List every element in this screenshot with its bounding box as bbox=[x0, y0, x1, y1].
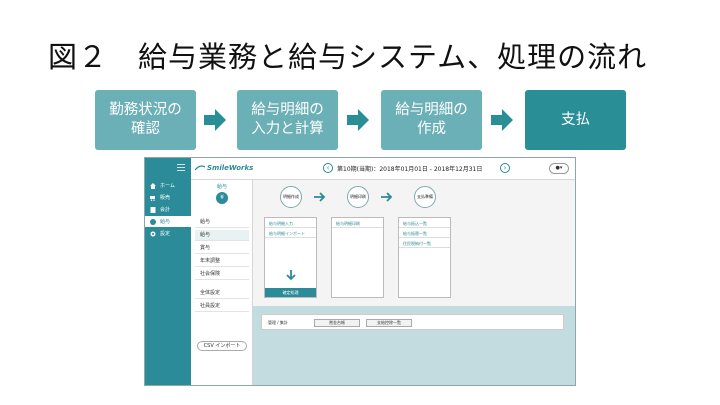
report-button[interactable]: 賞金台帳 bbox=[314, 319, 360, 327]
home-icon bbox=[150, 182, 156, 189]
sidebar-item-payroll[interactable]: 給与 bbox=[145, 216, 191, 227]
hamburger-icon[interactable] bbox=[177, 164, 185, 171]
confirm-button[interactable]: 確定処理 bbox=[265, 288, 316, 297]
report-button[interactable]: 支給控除一覧 bbox=[366, 319, 412, 327]
workflow-node: 明細印刷 bbox=[347, 186, 369, 208]
workflow-node: 明細作成 bbox=[280, 186, 302, 208]
prev-period-icon[interactable]: ‹ bbox=[323, 163, 333, 173]
workflow-link[interactable]: 給与明細印刷 bbox=[332, 218, 383, 228]
workflow-link[interactable]: 給与明細インポート bbox=[265, 228, 316, 238]
arrow-right-icon bbox=[314, 192, 326, 202]
sidebar-item-label: 会計 bbox=[160, 207, 171, 213]
process-flow: 勤務状況の 確認 給与明細の 入力と計算 給与明細の 作成 支払 bbox=[95, 90, 635, 150]
subnav-item[interactable]: 全体設定 bbox=[195, 288, 249, 299]
arrow-down-icon bbox=[286, 270, 296, 281]
sidebar-item-home[interactable]: ホーム bbox=[145, 180, 191, 191]
slide-title: 図２ 給与業務と給与システム、処理の流れ bbox=[48, 40, 648, 74]
workflow-area: 明細作成 明細印刷 支払準備 給与明細入力 給与明細インポート 確定処理 給与明… bbox=[253, 180, 575, 385]
logo-icon bbox=[195, 165, 205, 171]
subnav-item[interactable]: 年末調整 bbox=[195, 256, 249, 267]
flow-step-payment: 支払 bbox=[525, 90, 626, 150]
sidebar-item-sales[interactable]: 販売 bbox=[145, 192, 191, 203]
cart-icon bbox=[150, 195, 155, 201]
app-header: SmileWorks ‹ 第10期(当期)：2018年01月01日 - 2018… bbox=[191, 158, 575, 180]
arrow-right-icon bbox=[347, 109, 369, 131]
fiscal-period: 第10期(当期)：2018年01月01日 - 2018年12月31日 bbox=[337, 166, 483, 173]
workflow-link[interactable]: 給与振込一覧 bbox=[399, 218, 450, 228]
arrow-right-icon bbox=[204, 109, 226, 131]
report-panel: 管理 / 集計 賞金台帳 支給控除一覧 bbox=[261, 314, 564, 330]
workflow-column: 給与振込一覧 給与振替一覧 住民税納付一覧 bbox=[398, 217, 451, 298]
workflow-column: 給与明細入力 給与明細インポート 確定処理 bbox=[264, 217, 317, 298]
csv-import-button[interactable]: CSV インポート bbox=[197, 341, 247, 351]
app-screenshot: ホーム 販売 会計 給与 設定 SmileWorks ‹ 第10期(当期)：20… bbox=[144, 157, 576, 386]
workflow-link[interactable]: 給与振替一覧 bbox=[399, 228, 450, 238]
sidebar-item-label: ホーム bbox=[160, 183, 175, 189]
report-label: 管理 / 集計 bbox=[268, 320, 288, 325]
subnav-heading: 給与 bbox=[216, 184, 227, 190]
gear-icon bbox=[150, 231, 156, 236]
flow-step-create-slip: 給与明細の 作成 bbox=[381, 90, 482, 150]
ledger-icon bbox=[150, 206, 156, 213]
sidebar-item-label: 販売 bbox=[160, 195, 171, 201]
workflow-link[interactable]: 給与明細入力 bbox=[265, 218, 316, 228]
sidebar-item-accounting[interactable]: 会計 bbox=[145, 204, 191, 215]
workflow-column: 給与明細印刷 bbox=[331, 217, 384, 298]
subnav-item[interactable]: 賞与 bbox=[195, 243, 249, 254]
subnav-item[interactable]: 社員設定 bbox=[195, 301, 249, 312]
next-period-icon[interactable]: › bbox=[500, 163, 510, 173]
user-menu-button[interactable]: ●▾ bbox=[549, 163, 569, 174]
subnav-item[interactable]: 給与 bbox=[195, 230, 249, 241]
flow-step-attendance: 勤務状況の 確認 bbox=[95, 90, 196, 150]
workflow-link[interactable]: 住民税納付一覧 bbox=[399, 238, 450, 248]
arrow-right-icon bbox=[381, 192, 393, 202]
sidebar-item-settings[interactable]: 設定 bbox=[145, 228, 191, 239]
sidebar-item-label: 給与 bbox=[160, 219, 171, 225]
sidebar-item-label: 設定 bbox=[160, 231, 171, 237]
yen-icon: ¥ bbox=[216, 192, 228, 204]
app-logo: SmileWorks bbox=[207, 164, 254, 172]
coin-icon bbox=[150, 218, 156, 225]
arrow-right-icon bbox=[491, 109, 513, 131]
subnav-item[interactable]: 給与 bbox=[195, 217, 249, 228]
sidebar: ホーム 販売 会計 給与 設定 bbox=[145, 158, 191, 385]
flow-step-input-calc: 給与明細の 入力と計算 bbox=[237, 90, 338, 150]
workflow-node: 支払準備 bbox=[414, 186, 436, 208]
payroll-subnav: 給与 ¥ 給与 給与 賞与 年末調整 社会保険 全体設定 社員設定 CSV イン… bbox=[191, 180, 253, 385]
subnav-item[interactable]: 社会保険 bbox=[195, 269, 249, 280]
chevron-down-icon: ▾ bbox=[559, 165, 563, 171]
